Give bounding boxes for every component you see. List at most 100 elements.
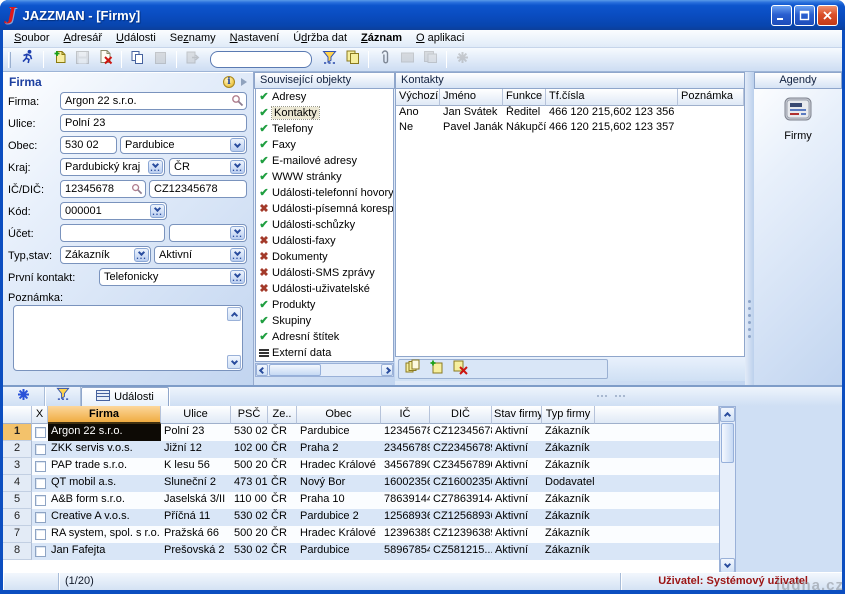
table-row[interactable]: 8Jan FafejtaPrešovská 2530 02ČRPardubice… (3, 543, 719, 560)
related-item[interactable]: ✔WWW stránky (256, 169, 393, 185)
menu-soubor[interactable]: Soubor (7, 30, 56, 47)
column-header[interactable]: Tf.čísla (546, 89, 678, 106)
table-row[interactable]: 5A&B form s.r.o.Jaselská 3/II110 00ČRPra… (3, 492, 719, 509)
related-hscrollbar[interactable] (255, 363, 394, 377)
paste-button[interactable] (149, 50, 172, 70)
filter-button[interactable] (318, 50, 341, 70)
table-row[interactable]: 3PAP trade s.r.o.K lesu 56500 20ČRHradec… (3, 458, 719, 475)
related-item[interactable]: ✖Události-uživatelské (256, 281, 393, 297)
row-checkbox[interactable] (35, 444, 46, 455)
save-button[interactable] (71, 50, 94, 70)
ic-input[interactable]: 12345678 (60, 180, 146, 198)
dropdown-button[interactable]: ... (150, 204, 165, 218)
scrollbar-thumb[interactable] (269, 364, 321, 376)
column-header-firma[interactable]: Firma (48, 406, 161, 424)
column-header-obec[interactable]: Obec (297, 406, 381, 424)
dropdown-button[interactable] (230, 138, 245, 152)
scroll-up-button[interactable] (227, 307, 241, 321)
prvni-kontakt-combo[interactable]: Telefonicky ... (99, 268, 247, 286)
column-header-typ[interactable]: Typ firmy (542, 406, 595, 424)
scroll-left-button[interactable] (256, 364, 268, 376)
related-item[interactable]: ✖Události-faxy (256, 233, 393, 249)
related-item[interactable]: ✖Dokumenty (256, 249, 393, 265)
column-header-psc[interactable]: PSČ (231, 406, 268, 424)
related-item[interactable]: ✖Události-písemná korespondence (256, 201, 393, 217)
column-header-ulice[interactable]: Ulice (161, 406, 231, 424)
dropdown-button[interactable]: ... (230, 160, 245, 174)
related-item[interactable]: ✖Události-SMS zprávy (256, 265, 393, 281)
close-button[interactable] (817, 5, 838, 26)
menu-o-aplikaci[interactable]: O aplikaci (409, 30, 471, 47)
column-header[interactable]: Poznámka (678, 89, 744, 106)
search-input[interactable] (210, 51, 312, 68)
menu-udalosti[interactable]: Události (109, 30, 163, 47)
copy-button[interactable] (126, 50, 149, 70)
column-header[interactable]: Výchozí (396, 89, 440, 106)
related-item[interactable]: ✔Události-schůzky (256, 217, 393, 233)
info-icon[interactable]: i (223, 76, 235, 88)
related-item[interactable]: ✔Skupiny (256, 313, 393, 329)
tab-filter[interactable] (45, 387, 81, 406)
related-item[interactable]: ✔Adresy (256, 89, 393, 105)
maximize-button[interactable] (794, 5, 815, 26)
related-item[interactable]: ✔Adresní štítek (256, 329, 393, 345)
table-row[interactable]: 1Argon 22 s.r.o.Polní 23530 02ČRPardubic… (3, 424, 719, 441)
row-checkbox[interactable] (35, 546, 46, 557)
scrollbar-thumb[interactable] (721, 423, 734, 463)
minimize-button[interactable] (771, 5, 792, 26)
special-button[interactable] (451, 50, 474, 70)
ucet-bank-combo[interactable]: ... (169, 224, 247, 242)
stav-combo[interactable]: Aktivní ... (154, 246, 247, 264)
menu-udrzba-dat[interactable]: Údržba dat (286, 30, 354, 47)
menu-seznamy[interactable]: Seznamy (163, 30, 223, 47)
grid-vscrollbar[interactable] (719, 406, 736, 574)
related-item[interactable]: ✔Faxy (256, 137, 393, 153)
ucet-input[interactable] (60, 224, 165, 242)
tab-new[interactable] (3, 387, 45, 406)
related-item[interactable]: ✔Produkty (256, 297, 393, 313)
related-item[interactable]: Externí data (256, 345, 393, 361)
menu-adresar[interactable]: Adresář (56, 30, 109, 47)
column-header-x[interactable]: X (32, 406, 48, 424)
row-checkbox[interactable] (35, 478, 46, 489)
row-checkbox[interactable] (35, 512, 46, 523)
agenda-item-firmy[interactable]: Firmy (754, 96, 842, 142)
scroll-right-button[interactable] (381, 364, 393, 376)
expand-arrow-icon[interactable] (241, 78, 247, 86)
delete-contact-button[interactable] (452, 359, 469, 380)
row-checkbox[interactable] (35, 427, 46, 438)
related-item[interactable]: ✔Kontakty (256, 105, 393, 121)
column-header-ic[interactable]: IČ (381, 406, 430, 424)
kraj-combo[interactable]: Pardubický kraj ... (60, 158, 165, 176)
related-item[interactable]: ✔E-mailové adresy (256, 153, 393, 169)
kod-combo[interactable]: 000001 ... (60, 202, 167, 220)
dropdown-button[interactable]: ... (230, 226, 245, 240)
ulice-input[interactable]: Polní 23 (60, 114, 247, 132)
contact-row[interactable]: NePavel JanákNákupčí466 120 215,602 123 … (396, 121, 744, 136)
table-row[interactable]: 6Creative A v.o.s.Příčná 11530 02ČRPardu… (3, 509, 719, 526)
menu-zaznam[interactable]: Záznam (354, 30, 409, 47)
contact-row[interactable]: AnoJan SvátekŘeditel466 120 215,602 123 … (396, 106, 744, 121)
scroll-down-button[interactable] (720, 558, 735, 573)
dropdown-button[interactable]: ... (230, 248, 245, 262)
table-row[interactable]: 4QT mobil a.s.Sluneční 2473 01ČRNový Bor… (3, 475, 719, 492)
related-item[interactable]: ✔Telefony (256, 121, 393, 137)
row-checkbox[interactable] (35, 495, 46, 506)
column-header[interactable]: Funkce (503, 89, 546, 106)
menu-nastaveni[interactable]: Nastavení (223, 30, 287, 47)
tab-udalosti[interactable]: Události (81, 387, 169, 406)
new-record-button[interactable] (48, 50, 71, 70)
column-header-zeme[interactable]: Ze.. (268, 406, 297, 424)
exit-record-button[interactable] (181, 50, 204, 70)
column-header[interactable]: Jméno (440, 89, 503, 106)
typ-combo[interactable]: Zákazník ... (60, 246, 151, 264)
dropdown-button[interactable]: ... (134, 248, 149, 262)
lookup-icon[interactable] (231, 94, 251, 112)
row-checkbox[interactable] (35, 529, 46, 540)
dropdown-button[interactable]: ... (230, 270, 245, 284)
column-header-stav[interactable]: Stav firmy (492, 406, 542, 424)
poznamka-textarea[interactable] (13, 305, 243, 371)
row-checkbox[interactable] (35, 461, 46, 472)
psc-input[interactable]: 530 02 (60, 136, 117, 154)
disabled-button-1[interactable] (396, 50, 419, 70)
